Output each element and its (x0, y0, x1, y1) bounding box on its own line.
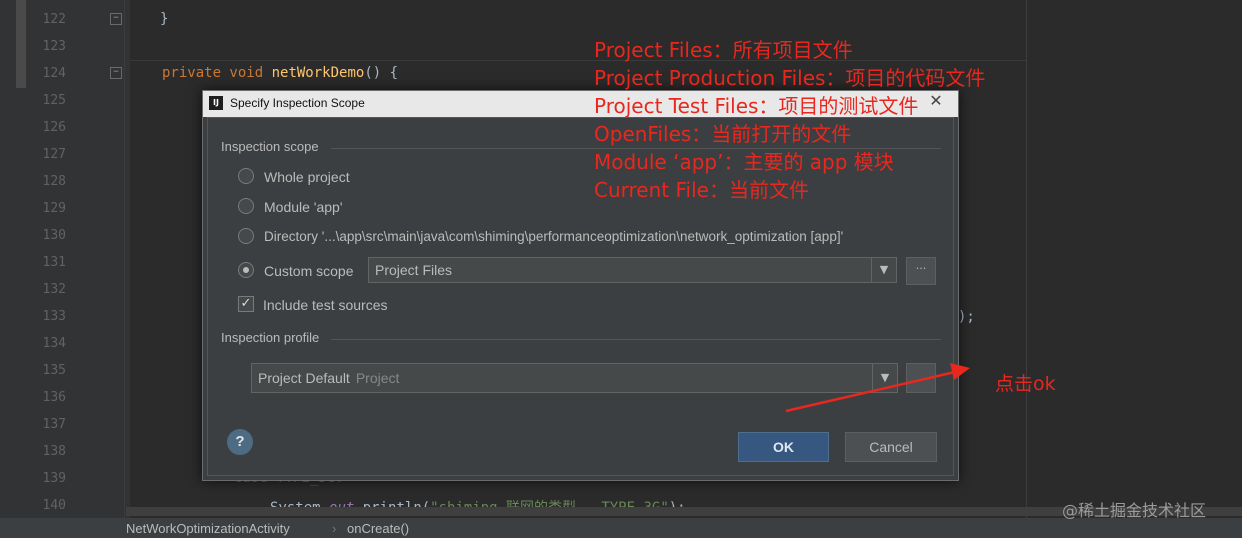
watermark: @稀土掘金技术社区 (1062, 501, 1207, 520)
annotation-arrow (785, 363, 970, 413)
arrow-shaft (785, 370, 956, 413)
arrow-head (950, 363, 970, 380)
